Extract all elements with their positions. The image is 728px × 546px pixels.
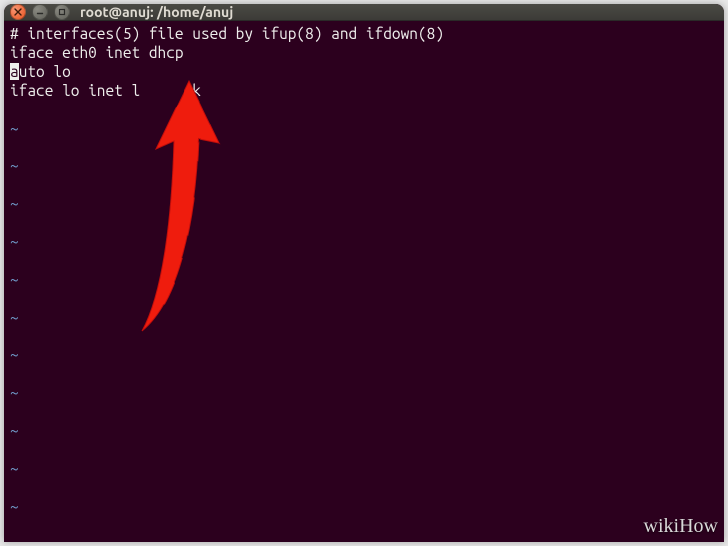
terminal-line: iface eth0 inet dhcp — [10, 44, 718, 63]
vim-tilde: ~ — [10, 271, 718, 290]
vim-tilde: ~ — [10, 157, 718, 176]
terminal-line — [10, 101, 718, 120]
window-controls — [10, 4, 70, 20]
vim-tilde: ~ — [10, 120, 718, 139]
terminal-line: iface lo inet l ck — [10, 82, 718, 101]
window-title: root@anuj: /home/anuj — [80, 4, 233, 20]
terminal-line — [10, 441, 718, 460]
terminal-line — [10, 479, 718, 498]
vim-tilde: ~ — [10, 195, 718, 214]
vim-tilde: ~ — [10, 422, 718, 441]
vim-tilde: ~ — [10, 535, 718, 542]
titlebar: root@anuj: /home/anuj — [4, 4, 724, 21]
terminal-text: uto lo — [19, 63, 71, 80]
terminal-line — [10, 252, 718, 271]
terminal-line: # interfaces(5) file used by ifup(8) and… — [10, 25, 718, 44]
terminal-line — [10, 214, 718, 233]
minimize-button[interactable] — [32, 4, 48, 20]
terminal-window: root@anuj: /home/anuj # interfaces(5) fi… — [4, 4, 724, 542]
terminal-body[interactable]: # interfaces(5) file used by ifup(8) and… — [4, 21, 724, 542]
close-icon — [14, 8, 22, 16]
vim-tilde: ~ — [10, 346, 718, 365]
terminal-line — [10, 328, 718, 347]
maximize-icon — [58, 8, 66, 16]
minimize-icon — [36, 8, 44, 16]
cursor: a — [10, 63, 19, 80]
maximize-button[interactable] — [54, 4, 70, 20]
vim-tilde: ~ — [10, 233, 718, 252]
terminal-text: iface lo inet l — [10, 82, 140, 99]
terminal-line — [10, 290, 718, 309]
terminal-line — [10, 138, 718, 157]
vim-tilde: ~ — [10, 309, 718, 328]
terminal-line — [10, 365, 718, 384]
terminal-line — [10, 403, 718, 422]
terminal-text: ck — [184, 82, 201, 99]
terminal-line — [10, 176, 718, 195]
vim-tilde: ~ — [10, 384, 718, 403]
terminal-line: auto lo — [10, 63, 718, 82]
close-button[interactable] — [10, 4, 26, 20]
terminal-text-obscured — [140, 82, 183, 99]
vim-tilde: ~ — [10, 498, 718, 517]
terminal-line — [10, 517, 718, 536]
vim-tilde: ~ — [10, 460, 718, 479]
